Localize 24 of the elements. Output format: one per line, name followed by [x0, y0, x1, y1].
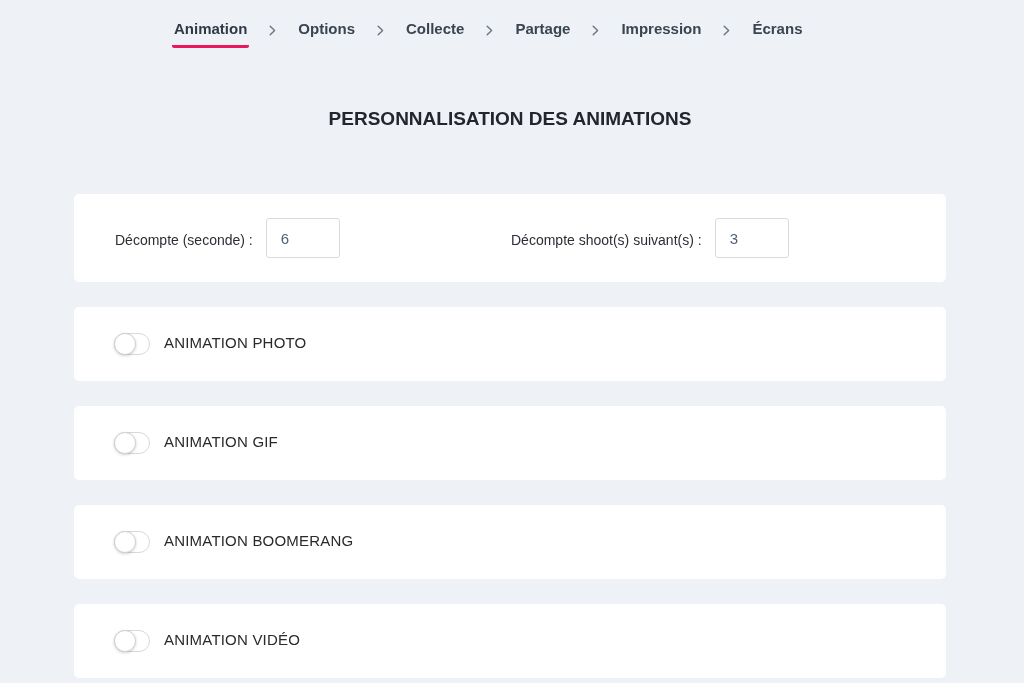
- step-tab[interactable]: Collecte: [404, 20, 467, 48]
- chevron-icon: [377, 25, 384, 36]
- step-tab[interactable]: Écrans: [750, 20, 805, 48]
- input-field[interactable]: 6: [265, 218, 340, 258]
- step-tab[interactable]: Animation: [172, 20, 250, 48]
- field-label: Décompte (seconde) :: [115, 230, 253, 248]
- page-title: PERSONNALISATION DES ANIMATIONS: [328, 108, 692, 129]
- animation-label: ANIMATION PHOTO: [164, 333, 307, 351]
- chevron-icon: [486, 25, 494, 36]
- chevron-icon: [592, 25, 600, 36]
- toggle-switch[interactable]: [114, 531, 150, 553]
- animation-label: ANIMATION VIDÉO: [164, 630, 301, 648]
- field-label: Décompte shoot(s) suivant(s) :: [511, 230, 702, 248]
- step-tab[interactable]: Impression: [619, 20, 704, 48]
- toggle-switch[interactable]: [114, 333, 150, 355]
- toggle-switch[interactable]: [114, 432, 150, 454]
- chevron-icon: [723, 25, 731, 36]
- animation-label: ANIMATION BOOMERANG: [164, 531, 354, 549]
- input-field[interactable]: 3: [714, 218, 789, 258]
- chevron-icon: [269, 25, 277, 36]
- animation-label: ANIMATION GIF: [164, 432, 278, 450]
- toggle-switch[interactable]: [114, 630, 150, 652]
- step-tab[interactable]: Options: [296, 20, 357, 48]
- step-tab[interactable]: Partage: [513, 20, 573, 48]
